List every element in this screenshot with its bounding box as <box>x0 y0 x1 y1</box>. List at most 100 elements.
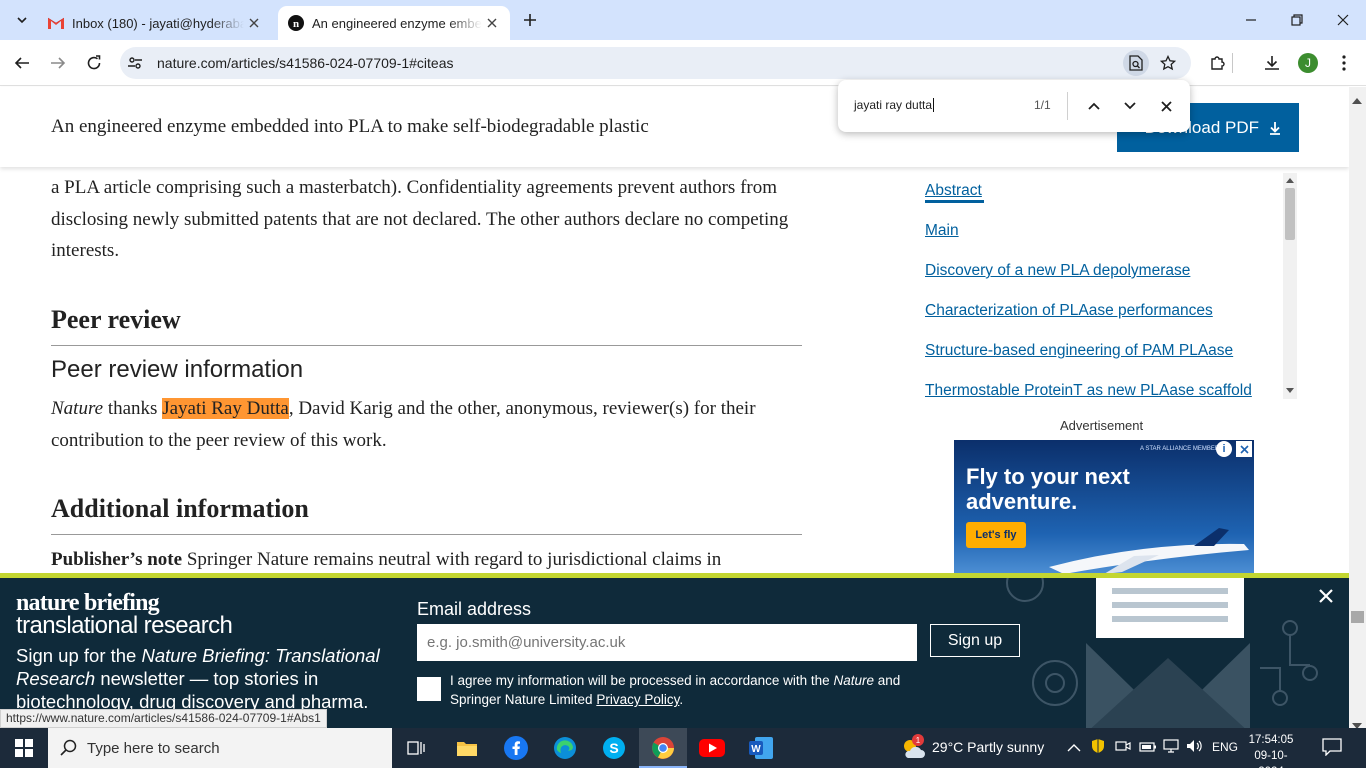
language-indicator[interactable]: ENG <box>1212 740 1238 754</box>
tab-nature-article[interactable]: n An engineered enzyme embedded into PLA… <box>278 6 510 40</box>
browser-menu-button[interactable] <box>1328 47 1360 79</box>
scroll-up-arrow-icon[interactable] <box>1284 175 1296 185</box>
advertisement-banner[interactable]: A STAR ALLIANCE MEMBER Fly to your next … <box>954 440 1254 574</box>
journal-name: Nature <box>51 398 104 419</box>
chevron-up-icon <box>1088 102 1100 110</box>
download-icon <box>1265 56 1279 70</box>
pitch-text-a: Sign up for the <box>16 645 142 666</box>
toc-item-discovery[interactable]: Discovery of a new PLA depolymerase <box>925 262 1190 280</box>
page-scrollbar[interactable] <box>1349 87 1366 728</box>
site-info-icon[interactable] <box>124 52 146 74</box>
peer-thanks-text: thanks <box>103 398 163 419</box>
publisher-note-label: Publisher’s note <box>51 549 183 570</box>
scroll-down-arrow-icon[interactable] <box>1284 385 1296 395</box>
banner-close-button[interactable] <box>1314 584 1338 608</box>
privacy-policy-link[interactable]: Privacy Policy <box>596 692 679 707</box>
nature-favicon-icon: n <box>288 15 304 31</box>
new-tab-button[interactable] <box>514 4 546 36</box>
toc-item-abstract[interactable]: Abstract <box>925 182 982 200</box>
download-icon <box>1270 121 1280 135</box>
ad-info-icon[interactable]: i <box>1216 441 1232 457</box>
gmail-icon <box>48 15 64 31</box>
find-result-count: 1/1 <box>1034 98 1051 112</box>
weather-text[interactable]: 29°C Partly sunny <box>932 739 1044 755</box>
toc-scrollbar-thumb[interactable] <box>1285 188 1295 240</box>
show-hidden-icons-icon[interactable] <box>1067 740 1081 758</box>
scroll-up-arrow-icon[interactable] <box>1352 91 1362 109</box>
sign-up-button[interactable]: Sign up <box>930 624 1020 657</box>
bookmark-star-button[interactable] <box>1152 47 1184 79</box>
toc-item-structure[interactable]: Structure-based engineering of PAM PLAas… <box>925 342 1233 360</box>
taskbar-clock[interactable]: 17:54:05 09-10-2024 <box>1248 732 1294 768</box>
find-divider <box>1067 92 1068 120</box>
youtube-icon[interactable] <box>698 734 726 762</box>
agree-checkbox[interactable] <box>417 677 441 701</box>
forward-button[interactable] <box>42 47 74 79</box>
back-button[interactable] <box>6 47 38 79</box>
downloads-button[interactable] <box>1256 47 1288 79</box>
close-tab-icon[interactable] <box>244 13 264 33</box>
tab-gmail[interactable]: Inbox (180) - jayati@hyderabad.bits-pila… <box>40 6 272 40</box>
airplane-icon <box>1049 528 1249 574</box>
start-button[interactable] <box>0 728 48 768</box>
minimize-button[interactable] <box>1228 0 1274 40</box>
email-input[interactable] <box>417 624 917 661</box>
svg-text:n: n <box>293 18 299 30</box>
notifications-icon[interactable] <box>1322 738 1342 761</box>
network-icon[interactable] <box>1162 739 1180 758</box>
agree-text-a: I agree my information will be processed… <box>450 673 834 688</box>
file-explorer-icon[interactable] <box>453 734 481 762</box>
task-view-icon[interactable] <box>402 734 430 762</box>
ad-close-icon[interactable] <box>1236 441 1252 457</box>
security-shield-icon[interactable] <box>1090 738 1106 759</box>
volume-icon[interactable] <box>1186 739 1204 758</box>
toc-item-thermostable[interactable]: Thermostable ProteinT as new PLAase scaf… <box>925 382 1252 400</box>
weather-badge: 1 <box>912 734 924 746</box>
battery-icon[interactable] <box>1139 740 1157 758</box>
windows-logo-icon <box>15 739 33 757</box>
arrow-left-icon <box>14 57 29 69</box>
peer-review-paragraph: Nature thanks Jayati Ray Dutta, David Ka… <box>51 393 811 456</box>
close-tab-icon[interactable] <box>482 13 502 33</box>
edge-icon[interactable] <box>551 734 579 762</box>
toc-active-indicator <box>925 200 984 203</box>
word-icon[interactable]: W <box>747 734 775 762</box>
publisher-note-text: Springer Nature remains neutral with reg… <box>182 549 722 570</box>
find-close-button[interactable] <box>1150 90 1182 122</box>
clock-date: 09-10-2024 <box>1254 750 1288 768</box>
chevron-down-icon <box>1124 102 1136 110</box>
page-scrollbar-thumb[interactable] <box>1351 611 1364 623</box>
close-icon <box>1160 100 1172 112</box>
find-previous-button[interactable] <box>1078 90 1110 122</box>
profile-avatar[interactable]: J <box>1298 53 1318 73</box>
puzzle-icon <box>1211 56 1225 70</box>
ad-cta-button[interactable]: Let's fly <box>966 522 1026 548</box>
skype-icon[interactable]: S <box>600 734 628 762</box>
toc-item-characterization[interactable]: Characterization of PLAase performances <box>925 302 1213 320</box>
taskbar-search-box[interactable]: Type here to search <box>48 728 392 768</box>
email-label: Email address <box>417 599 532 619</box>
close-window-button[interactable] <box>1320 0 1366 40</box>
find-next-button[interactable] <box>1114 90 1146 122</box>
peer-review-subheading: Peer review information <box>51 356 304 383</box>
url-text[interactable]: nature.com/articles/s41586-024-07709-1#c… <box>157 55 454 71</box>
star-icon <box>1160 55 1176 71</box>
toolbar-divider <box>1232 53 1233 73</box>
briefing-pitch: Sign up for the Nature Briefing: Transla… <box>16 644 396 713</box>
section-divider <box>51 345 802 346</box>
meet-now-icon[interactable] <box>1115 739 1131 758</box>
restore-button[interactable] <box>1274 0 1320 40</box>
plus-icon <box>524 14 536 26</box>
extensions-button[interactable] <box>1202 47 1234 79</box>
tab-search-button[interactable] <box>6 4 38 36</box>
text-caret <box>933 98 935 112</box>
facebook-icon[interactable] <box>502 734 530 762</box>
reload-button[interactable] <box>78 47 110 79</box>
chrome-icon[interactable] <box>649 734 677 762</box>
chevron-down-icon <box>17 17 27 24</box>
find-in-page-icon[interactable] <box>1123 50 1149 76</box>
find-input[interactable]: jayati ray dutta <box>854 98 935 112</box>
weather-icon[interactable]: 1 <box>900 734 926 760</box>
svg-text:S: S <box>609 740 618 756</box>
toc-item-main[interactable]: Main <box>925 222 959 240</box>
